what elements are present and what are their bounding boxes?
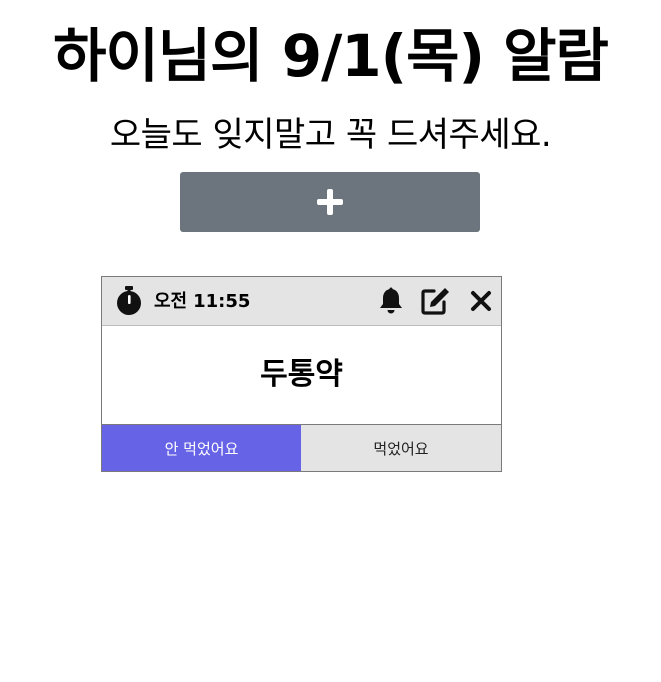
edit-alarm-button[interactable] xyxy=(420,286,450,316)
alarm-period: 오전 xyxy=(154,291,188,312)
edit-icon xyxy=(421,288,449,315)
not-taken-button[interactable]: 안 먹었어요 xyxy=(102,425,301,471)
alarm-card-header: 오전 11:55 xyxy=(102,277,501,326)
stopwatch-icon xyxy=(117,286,141,315)
alarm-card-body: 두통약 xyxy=(102,326,501,425)
plus-icon xyxy=(317,189,343,215)
alarm-clock-time: 11:55 xyxy=(193,291,251,312)
bell-icon xyxy=(380,287,402,314)
taken-button[interactable]: 먹었어요 xyxy=(301,425,501,471)
medicine-name: 두통약 xyxy=(260,357,343,392)
page-subtitle: 오늘도 잊지말고 꼭 드셔주세요. xyxy=(109,115,552,155)
page-title: 하이님의 9/1(목) 알람 xyxy=(53,22,609,90)
alarm-time: 오전 11:55 xyxy=(154,289,250,315)
intake-status-toggle: 안 먹었어요 먹었어요 xyxy=(102,425,501,471)
alarm-card: 오전 11:55 두통약 안 먹었어요 먹었어요 xyxy=(101,276,502,472)
add-alarm-button[interactable] xyxy=(180,172,480,232)
notification-button[interactable] xyxy=(376,286,406,316)
close-icon xyxy=(471,291,491,311)
delete-alarm-button[interactable] xyxy=(466,286,496,316)
